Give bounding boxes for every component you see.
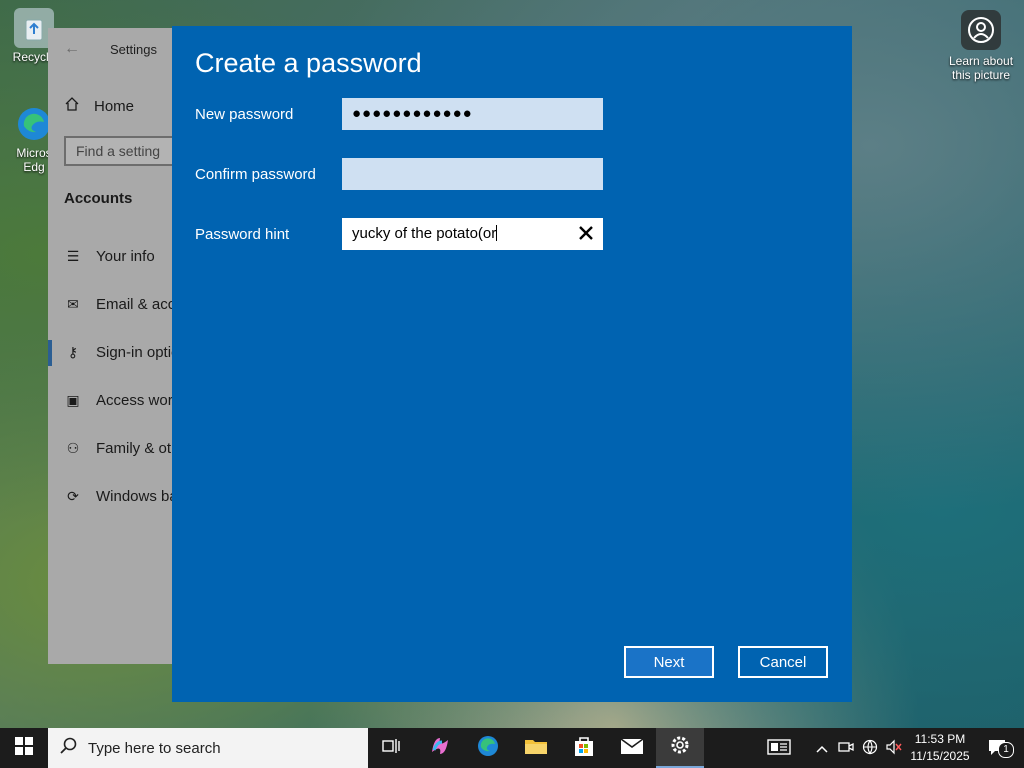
store-button[interactable]	[560, 728, 608, 768]
sidebar-item-label: Sign-in optio	[96, 344, 178, 361]
speaker-muted-icon	[885, 739, 903, 758]
news-icon	[767, 738, 791, 758]
folder-icon	[524, 736, 548, 761]
clock-date: 11/15/2025	[910, 749, 970, 763]
sidebar-item-label: Windows ba	[96, 488, 178, 505]
start-button[interactable]	[0, 728, 48, 768]
learn-about-picture-shortcut[interactable]: Learn about this picture	[944, 10, 1018, 82]
sidebar-item-label: Your info	[96, 248, 155, 265]
dialog-title: Create a password	[195, 48, 422, 78]
clock-time: 11:53 PM	[914, 732, 966, 746]
clear-icon[interactable]	[575, 222, 597, 244]
sidebar-item-windows-backup[interactable]: ⟳ Windows ba	[64, 488, 178, 505]
task-view-button[interactable]	[368, 728, 416, 768]
password-hint-label: Password hint	[195, 226, 290, 243]
settings-title: Settings	[110, 42, 157, 57]
windows-logo-icon	[15, 736, 33, 760]
create-password-dialog: Create a password New password ●●●●●●●●●…	[172, 26, 852, 702]
settings-titlebar: ← Settings	[48, 28, 178, 70]
back-arrow-icon[interactable]: ←	[64, 40, 80, 58]
taskbar-search-box[interactable]: Type here to search	[48, 728, 368, 768]
confirm-password-field[interactable]	[342, 158, 603, 190]
edge-taskbar-button[interactable]	[464, 728, 512, 768]
task-view-icon	[382, 737, 402, 760]
gear-icon	[669, 734, 691, 761]
learn-label-line1: Learn about	[948, 54, 1014, 68]
store-bag-icon	[573, 735, 595, 762]
confirm-password-label: Confirm password	[195, 166, 316, 183]
next-button[interactable]: Next	[624, 646, 714, 678]
sidebar-item-label: Email & acco	[96, 296, 178, 313]
sidebar-item-access-work[interactable]: ▣ Access work	[64, 392, 178, 409]
sidebar-item-email[interactable]: ✉ Email & acco	[64, 296, 178, 313]
sync-icon: ⟳	[67, 488, 79, 504]
camera-tray-icon	[838, 740, 854, 757]
mail-icon: ✉	[67, 296, 79, 312]
copilot-button[interactable]	[416, 728, 464, 768]
new-password-label: New password	[195, 106, 294, 123]
sidebar-item-sign-in[interactable]: ⚷ Sign-in optio	[64, 344, 178, 361]
network-button[interactable]	[860, 728, 880, 768]
taskbar: Type here to search 11:53 PM 11/15/2025 …	[0, 728, 1024, 768]
briefcase-icon: ▣	[66, 392, 80, 408]
settings-home-link[interactable]: Home	[64, 96, 134, 116]
file-explorer-button[interactable]	[512, 728, 560, 768]
password-hint-value: yucky of the potato(or	[352, 225, 497, 242]
sidebar-item-label: Family & oth	[96, 440, 178, 457]
sidebar-item-your-info[interactable]: ☰ Your info	[64, 248, 155, 265]
taskbar-search-placeholder: Type here to search	[88, 739, 221, 757]
sidebar-item-family[interactable]: ⚇ Family & oth	[64, 440, 178, 457]
home-icon	[64, 96, 80, 116]
news-widget-button[interactable]	[760, 728, 798, 768]
camera-icon	[961, 10, 1001, 50]
text-caret	[496, 225, 498, 241]
settings-window: ← Settings Home Find a setting Accounts …	[48, 28, 178, 664]
cancel-button[interactable]: Cancel	[738, 646, 828, 678]
password-hint-field[interactable]: yucky of the potato(or	[342, 218, 603, 250]
taskbar-clock[interactable]: 11:53 PM 11/15/2025	[904, 731, 976, 765]
notification-center-button[interactable]: 1	[978, 728, 1018, 768]
settings-taskbar-button[interactable]	[656, 728, 704, 768]
copilot-icon	[428, 734, 452, 763]
learn-label-line2: this picture	[951, 68, 1011, 82]
meet-now-button[interactable]	[836, 728, 856, 768]
notification-count-badge: 1	[998, 742, 1014, 758]
home-label: Home	[94, 97, 135, 115]
people-icon: ⚇	[66, 440, 80, 456]
person-card-icon: ☰	[66, 248, 80, 264]
show-hidden-icons-button[interactable]	[812, 728, 832, 768]
edge-icon	[476, 734, 500, 763]
accounts-section-title: Accounts	[64, 190, 133, 207]
mail-button[interactable]	[608, 728, 656, 768]
new-password-field[interactable]: ●●●●●●●●●●●●	[342, 98, 603, 130]
mail-envelope-icon	[620, 736, 644, 761]
selected-indicator	[48, 340, 52, 366]
chevron-up-icon	[816, 741, 828, 756]
volume-button[interactable]	[884, 728, 904, 768]
sidebar-item-label: Access work	[96, 392, 178, 409]
globe-icon	[862, 739, 878, 758]
key-icon: ⚷	[67, 344, 79, 360]
search-icon	[60, 737, 78, 759]
settings-search-input[interactable]: Find a setting	[64, 136, 178, 166]
